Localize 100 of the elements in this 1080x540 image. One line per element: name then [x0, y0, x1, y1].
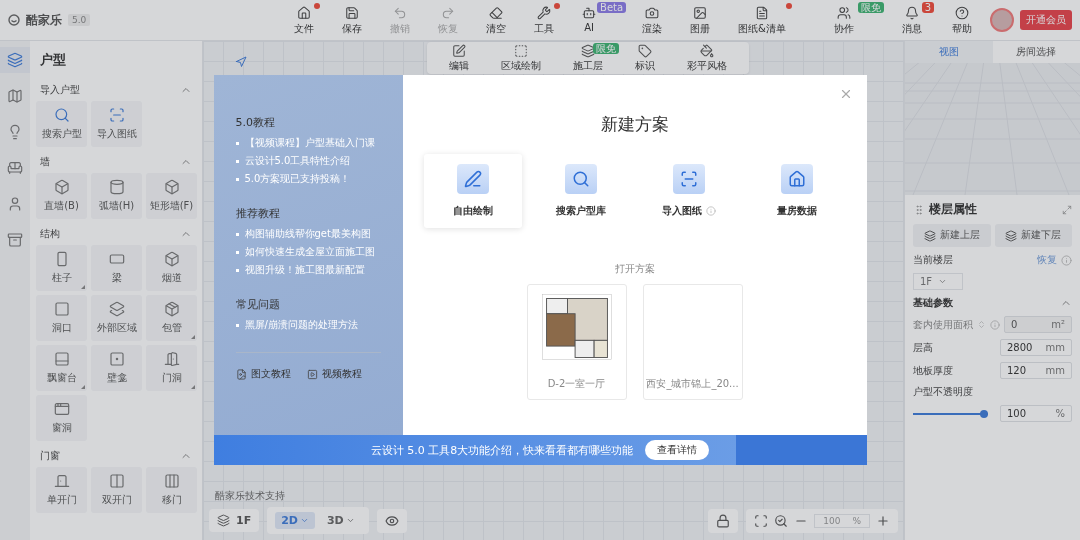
add-floor-button[interactable]: 新建上层 [913, 224, 991, 247]
number-field[interactable]: 2800 mm [1000, 339, 1072, 356]
tool-item[interactable]: 单开门 [36, 467, 87, 513]
visibility-button[interactable] [376, 508, 407, 533]
toolbar-button[interactable]: Beta AI [570, 2, 627, 38]
option-label: 量房数据 [776, 204, 817, 218]
zoom-in-icon[interactable] [876, 513, 890, 528]
canvas-tool-button[interactable]: 编辑 [433, 43, 485, 73]
image-icon [693, 6, 708, 20]
canvas-tool-button[interactable]: 彩平风格 [671, 43, 743, 73]
number-field[interactable]: 100 % [1000, 405, 1072, 422]
tool-item[interactable]: 导入图纸 [91, 101, 142, 147]
bullet-icon [235, 250, 239, 254]
recent-project-card[interactable]: D-2一室一厅 [526, 284, 627, 400]
details-button[interactable]: 查看详情 [645, 440, 710, 460]
expand-icon[interactable] [1062, 204, 1072, 215]
count-badge: 3 [921, 2, 934, 13]
project-name: D-2一室一厅 [547, 377, 606, 391]
bullet-icon [235, 141, 239, 145]
section-title: 导入户型 [40, 83, 80, 97]
recent-project-card[interactable]: 西安_城市锦上_20... [642, 284, 743, 400]
tool-item[interactable]: 柱子 [36, 245, 87, 291]
add-floor-button[interactable]: 新建下层 [994, 224, 1072, 247]
create-option[interactable]: 自由绘制 [423, 154, 522, 228]
beta-badge: Beta [597, 2, 627, 13]
toolbar-button[interactable]: 文件 [282, 2, 327, 38]
tool-item[interactable]: 移门 [146, 467, 197, 513]
tool-item[interactable]: 飘窗台 [36, 345, 87, 391]
layers-icon [581, 44, 595, 58]
tool-item[interactable]: 洞口 [36, 295, 87, 341]
robot-icon [582, 6, 597, 20]
zoom-search-icon[interactable] [774, 513, 789, 528]
free-badge: 限免 [858, 2, 884, 13]
fit-view-icon[interactable] [754, 513, 769, 528]
toolbar-button[interactable]: 限免 协作 [822, 2, 884, 38]
panel-title: 楼层属性 [929, 201, 977, 218]
free-badge: 限免 [593, 43, 619, 54]
tool-item[interactable]: 弧墙(H) [91, 173, 142, 219]
panel-tab[interactable]: 视图 [905, 41, 993, 63]
tool-item[interactable]: 搜索户型 [36, 101, 87, 147]
tool-item[interactable]: 矩形墙(F) [146, 173, 197, 219]
layers-icon [7, 52, 23, 68]
slab-icon [108, 251, 125, 267]
pen-icon [456, 164, 489, 194]
layers-icon [923, 229, 936, 242]
field-label: 户型不透明度 [913, 385, 974, 399]
toolbar-button[interactable]: 渲染 [630, 2, 675, 38]
lock-icon [716, 513, 731, 528]
tool-item[interactable]: 外部区域 [91, 295, 142, 341]
toolbar-button[interactable]: 帮助 [940, 2, 984, 38]
view-tab[interactable]: 3D [320, 512, 361, 529]
bullet-icon [235, 159, 239, 163]
toggle-icon[interactable] [977, 320, 986, 329]
canvas-tool-button[interactable]: 标识 [619, 43, 671, 73]
rail-tab[interactable] [0, 47, 30, 73]
tool-item[interactable]: 双开门 [91, 467, 142, 513]
tool-item[interactable]: 烟道 [146, 245, 197, 291]
view-tab[interactable]: 2D [275, 512, 315, 529]
canvas-tool-button[interactable]: 区域绘制 [485, 43, 557, 73]
toolbar-button[interactable]: 图纸&清单 [726, 2, 798, 38]
number-field[interactable]: 120 mm [1000, 362, 1072, 379]
tool-item[interactable]: 包管 [146, 295, 197, 341]
dialog-title: 新建方案 [600, 113, 669, 136]
drag-handle-icon[interactable] [913, 203, 925, 216]
tool-item[interactable]: 壁龛 [91, 345, 142, 391]
tool-item[interactable]: 窗洞 [36, 395, 87, 441]
floppy-icon [345, 6, 360, 20]
avatar[interactable] [990, 8, 1014, 32]
cabinet-icon [7, 232, 23, 248]
toolbar-button[interactable]: 工具 [522, 2, 567, 38]
section-title: 打开方案 [614, 262, 655, 276]
floor-switcher[interactable]: 1F [209, 509, 260, 532]
toolbar-button[interactable]: 保存 [330, 2, 375, 38]
tool-item[interactable]: 梁 [91, 245, 142, 291]
toolbar-button[interactable]: 图册 [678, 2, 723, 38]
option-label: 导入图纸 [661, 204, 702, 218]
bullet-icon [235, 268, 239, 272]
section-title: 结构 [40, 227, 60, 241]
tutorial-link[interactable]: 视频教程 [306, 367, 362, 381]
cube-icon [163, 179, 180, 195]
tool-item[interactable]: 直墙(B) [36, 173, 87, 219]
tutorial-link[interactable]: 图文教程 [235, 367, 291, 381]
document-icon [755, 6, 769, 20]
canvas-tool-button[interactable]: 限免 施工层 [557, 43, 619, 73]
section-title: 基础参数 [913, 296, 953, 310]
undo-icon [393, 6, 408, 20]
section-title: 墙 [40, 155, 50, 169]
slider-thumb[interactable] [980, 409, 988, 418]
member-button[interactable]: 开通会员 [1020, 10, 1072, 30]
version-badge: 5.0 [68, 14, 91, 26]
cube-icon [163, 251, 180, 267]
scan-icon [108, 107, 125, 123]
toolbar-button[interactable]: 清空 [474, 2, 519, 38]
lock-button[interactable] [708, 508, 739, 533]
field-label: 套内使用面积 [913, 317, 973, 332]
toolbar-button[interactable]: 3 消息 [890, 2, 934, 38]
floor-select[interactable]: 1F [913, 273, 963, 290]
tool-item[interactable]: 门洞 [146, 345, 197, 391]
document-icon [235, 368, 247, 380]
house-icon [780, 164, 813, 194]
